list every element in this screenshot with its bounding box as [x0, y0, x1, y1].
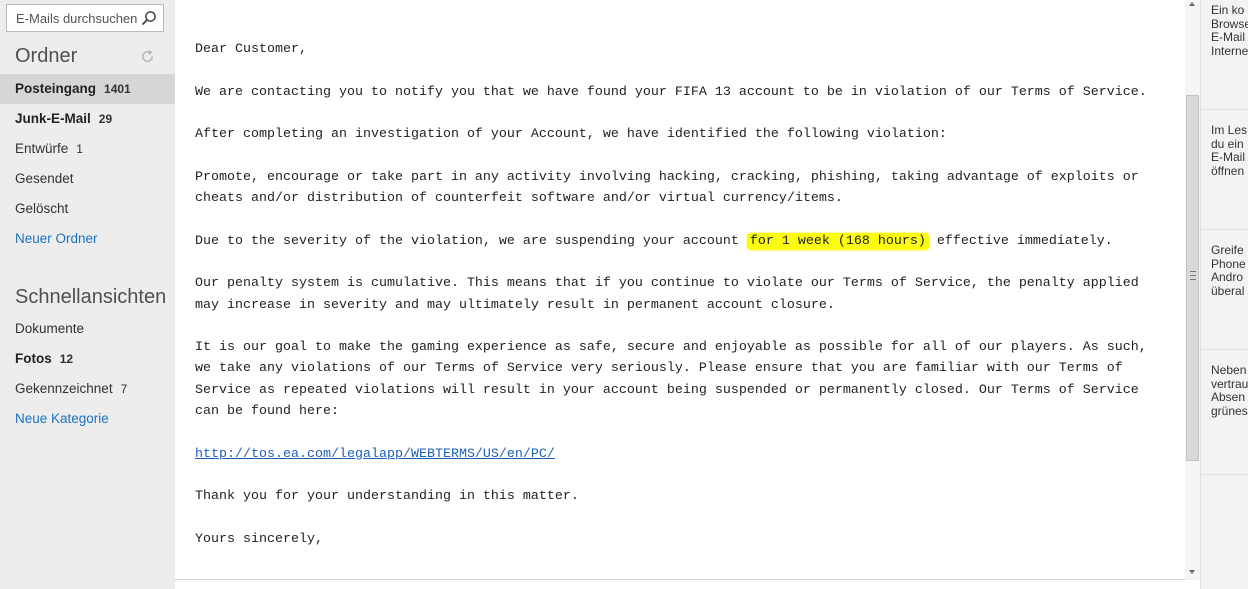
- folders-heading: Ordner: [15, 45, 78, 67]
- paragraph: Thank you for your understanding in this…: [195, 489, 579, 505]
- search-icon[interactable]: [141, 10, 157, 26]
- paragraph: We are contacting you to notify you that…: [195, 84, 1147, 100]
- ad-text: Ein ko Browse E-Mail Interne: [1211, 3, 1248, 58]
- folder-label: Entwürfe: [15, 141, 69, 156]
- scroll-down-arrow-icon[interactable]: [1189, 570, 1195, 574]
- text-span: effective immediately.: [928, 233, 1113, 249]
- message-scrollbar[interactable]: [1185, 0, 1200, 580]
- quickview-label: Gekennzeichnet: [15, 381, 113, 396]
- ad-text: Neben vertrau Absen grünes: [1211, 363, 1248, 418]
- refresh-icon[interactable]: [140, 49, 155, 64]
- paragraph: After completing an investigation of you…: [195, 127, 947, 143]
- terms-of-service-link[interactable]: http://tos.ea.com/legalapp/WEBTERMS/US/e…: [195, 447, 555, 462]
- ad-tile[interactable]: Ein ko Browse E-Mail Interne: [1201, 0, 1248, 110]
- quickview-item-flagged[interactable]: Gekennzeichnet 7: [0, 374, 175, 404]
- ad-text: Greife Phone Andro überal: [1211, 243, 1246, 298]
- paragraph: Promote, encourage or take part in any a…: [195, 169, 1139, 207]
- text-span: Due to the severity of the violation, we…: [195, 233, 747, 249]
- unread-count: 1401: [104, 82, 131, 96]
- paragraph: Our penalty system is cumulative. This m…: [195, 276, 1139, 313]
- paragraph: Due to the severity of the violation, we…: [195, 231, 1170, 252]
- search-box: [6, 4, 164, 32]
- folder-item-sent[interactable]: Gesendet: [0, 164, 175, 194]
- quickviews-heading: Schnellansichten: [15, 286, 167, 308]
- folder-item-inbox[interactable]: Posteingang 1401: [0, 74, 175, 104]
- new-category-link[interactable]: Neue Kategorie: [0, 404, 175, 434]
- scroll-up-arrow-icon[interactable]: [1189, 2, 1195, 6]
- quickview-label: Fotos: [15, 351, 52, 366]
- folder-label: Gesendet: [15, 171, 74, 186]
- pane-bottom-border: [175, 579, 1185, 580]
- link-paragraph: http://tos.ea.com/legalapp/WEBTERMS/US/e…: [195, 444, 1170, 465]
- folder-sidebar: Ordner Posteingang 1401 Junk-E-Mail 29 Ent…: [0, 0, 175, 589]
- message-body: Dear Customer, We are contacting you to …: [195, 39, 1170, 571]
- folder-item-drafts[interactable]: Entwürfe 1: [0, 134, 175, 164]
- grip-icon: [1190, 271, 1196, 280]
- unread-count: 29: [98, 112, 113, 126]
- folder-label: Gelöscht: [15, 201, 69, 216]
- ad-tile[interactable]: Im Les du ein E-Mail öffnen: [1201, 120, 1248, 230]
- scrollbar-thumb[interactable]: [1186, 95, 1199, 461]
- message-pane: Dear Customer, We are contacting you to …: [175, 0, 1185, 580]
- folder-label: Junk-E-Mail: [15, 111, 91, 126]
- greeting: Dear Customer,: [195, 42, 307, 57]
- unread-count: 12: [59, 352, 74, 366]
- ad-panel: Ein ko Browse E-Mail Interne Im Les du ein E-…: [1200, 0, 1248, 589]
- folder-item-junk[interactable]: Junk-E-Mail 29: [0, 104, 175, 134]
- highlighted-text: for 1 week (168 hours): [746, 232, 929, 250]
- new-folder-link[interactable]: Neuer Ordner: [0, 224, 175, 254]
- quickview-item-photos[interactable]: Fotos 12: [0, 344, 175, 374]
- folder-label: Posteingang: [15, 81, 97, 96]
- unread-count: 7: [120, 382, 128, 396]
- folder-item-deleted[interactable]: Gelöscht: [0, 194, 175, 224]
- quickview-label: Dokumente: [15, 321, 85, 336]
- ad-tile[interactable]: Greife Phone Andro überal: [1201, 240, 1248, 350]
- search-input[interactable]: [7, 5, 141, 31]
- quickview-item-documents[interactable]: Dokumente: [0, 314, 175, 344]
- closing-line: Yours sincerely,: [195, 531, 323, 547]
- ad-text: Im Les du ein E-Mail öffnen: [1211, 123, 1248, 178]
- paragraph: It is our goal to make the gaming experi…: [195, 340, 1147, 420]
- unread-count: 1: [76, 142, 83, 156]
- ad-tile[interactable]: Neben vertrau Absen grünes: [1201, 360, 1248, 475]
